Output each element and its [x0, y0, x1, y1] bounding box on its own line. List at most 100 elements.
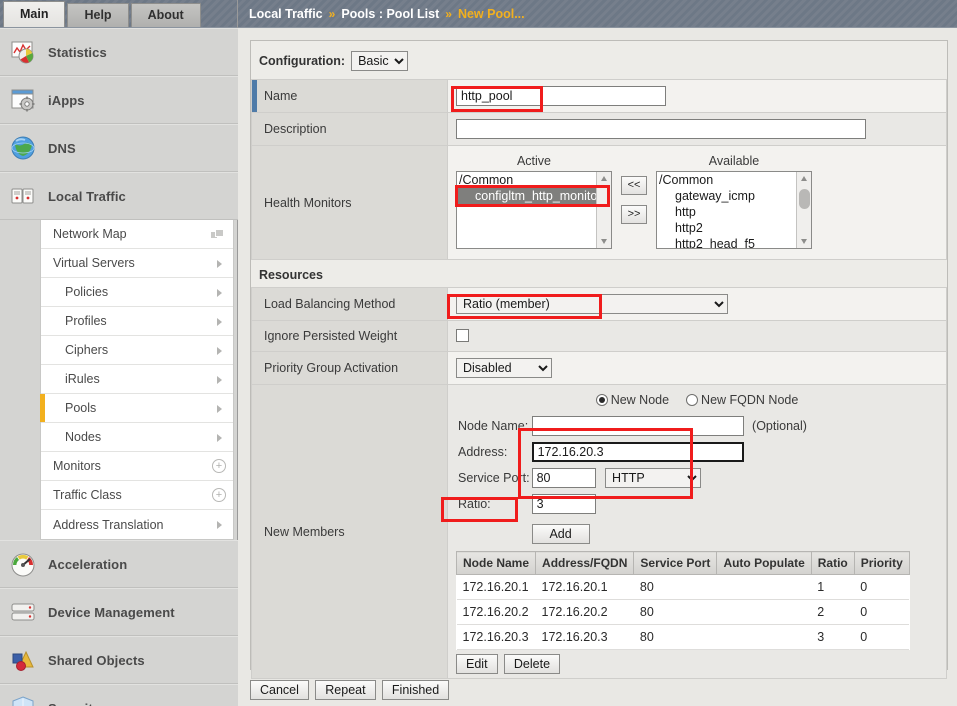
node-name-input[interactable] — [531, 416, 744, 436]
breadcrumb-bar: Local Traffic » Pools : Pool List » New … — [238, 0, 957, 28]
available-monitor-option[interactable]: /Common — [657, 172, 811, 188]
sidebar-item-acceleration[interactable]: Acceleration — [0, 540, 238, 588]
members-action-buttons: Edit Delete — [456, 654, 938, 674]
scroll-down-icon[interactable] — [797, 234, 811, 248]
sidebar-item-nodes-label: Nodes — [65, 430, 102, 444]
sidebar-item-pools-label: Pools — [65, 401, 97, 415]
sidebar-item-local-traffic[interactable]: Local Traffic — [0, 172, 238, 220]
plus-icon[interactable]: + — [212, 459, 226, 473]
sidebar-item-iapps[interactable]: iApps — [0, 76, 238, 124]
priority-group-select[interactable]: Disabled — [456, 358, 552, 378]
sidebar-item-security[interactable]: Security — [0, 684, 238, 706]
available-monitor-option[interactable]: http2_head_f5 — [657, 236, 811, 248]
sidebar-item-pools[interactable]: Pools — [40, 394, 233, 423]
address-input[interactable] — [531, 442, 744, 462]
table-row[interactable]: 172.16.20.2 172.16.20.2 80 2 0 — [456, 599, 910, 625]
cancel-button[interactable]: Cancel — [250, 680, 309, 700]
service-port-input[interactable] — [531, 468, 596, 488]
move-left-button[interactable]: << — [621, 176, 647, 195]
available-monitor-option[interactable]: http2 — [657, 220, 811, 236]
sidebar-item-profiles[interactable]: Profiles — [41, 307, 233, 336]
sidebar-item-device-management[interactable]: Device Management — [0, 588, 238, 636]
available-monitor-option[interactable]: http — [657, 204, 811, 220]
scroll-up-icon[interactable] — [597, 172, 611, 186]
sidebar-item-acceleration-label: Acceleration — [48, 556, 128, 572]
breadcrumb-item-local-traffic[interactable]: Local Traffic — [249, 7, 323, 21]
new-member-fields: Node Name: (Optional) Address: 172.16.20… — [456, 412, 809, 548]
tab-help[interactable]: Help — [67, 3, 129, 27]
delete-button[interactable]: Delete — [503, 654, 561, 674]
sidebar-item-nodes[interactable]: Nodes — [41, 423, 233, 452]
repeat-button[interactable]: Repeat — [315, 680, 376, 700]
address-cell — [531, 440, 807, 464]
sidebar-item-policies[interactable]: Policies — [41, 278, 233, 307]
scroll-down-icon[interactable] — [597, 234, 611, 248]
sidebar-item-monitors[interactable]: Monitors + — [41, 452, 233, 481]
sidebar-item-dns[interactable]: DNS — [0, 124, 238, 172]
tab-main[interactable]: Main — [3, 1, 66, 27]
window-icon — [211, 229, 224, 239]
lb-method-cell: Ratio (member) — [447, 287, 947, 321]
configuration-label: Configuration: — [259, 54, 346, 68]
resources-table: Load Balancing Method Ratio (member) Ign… — [251, 287, 947, 679]
available-monitors-column: Available /Common gateway_icmp http http… — [656, 154, 812, 249]
pool-members-table: Node Name Address/FQDN Service Port Auto… — [455, 551, 910, 650]
sidebar-item-ciphers[interactable]: Ciphers — [41, 336, 233, 365]
edit-button[interactable]: Edit — [456, 654, 498, 674]
active-monitor-option[interactable]: /Common — [457, 172, 611, 188]
sidebar-item-traffic-class[interactable]: Traffic Class + — [41, 481, 233, 510]
sidebar-item-virtual-servers[interactable]: Virtual Servers — [41, 249, 233, 278]
new-node-radio[interactable] — [595, 394, 608, 406]
tab-about[interactable]: About — [130, 3, 201, 27]
new-fqdn-node-radio[interactable] — [686, 394, 699, 406]
sidebar-item-address-translation[interactable]: Address Translation — [41, 510, 233, 539]
column-node-name: Node Name — [455, 551, 537, 575]
general-properties-table: Name Description Health Monitors — [251, 79, 947, 260]
sidebar-item-policies-label: Policies — [65, 285, 109, 299]
sidebar: Main Help About Statistics iApps DNS Loc… — [0, 0, 238, 706]
sidebar-item-traffic-class-label: Traffic Class — [53, 488, 122, 502]
sidebar-item-virtual-servers-label: Virtual Servers — [53, 256, 135, 270]
node-name-label: Node Name: — [458, 419, 529, 433]
active-monitors-list[interactable]: /Common configltm_http_monitor — [456, 171, 612, 249]
finished-button[interactable]: Finished — [381, 680, 450, 700]
sidebar-item-statistics-label: Statistics — [48, 44, 107, 60]
available-list-scrollbar[interactable] — [796, 172, 811, 248]
cell-auto-populate — [716, 624, 812, 650]
sidebar-item-statistics[interactable]: Statistics — [0, 28, 238, 76]
new-node-radio-label: New Node — [610, 393, 670, 407]
lb-method-label: Load Balancing Method — [251, 287, 448, 321]
chevron-right-icon — [217, 259, 222, 268]
description-input[interactable] — [456, 119, 866, 139]
table-row[interactable]: 172.16.20.3 172.16.20.3 80 3 0 — [456, 624, 910, 650]
lb-method-select[interactable]: Ratio (member) — [456, 294, 728, 314]
table-row[interactable]: 172.16.20.1 172.16.20.1 80 1 0 — [456, 574, 910, 600]
active-monitor-option-selected[interactable]: configltm_http_monitor — [457, 188, 611, 204]
sidebar-item-network-map[interactable]: Network Map — [41, 220, 233, 249]
cell-address: 172.16.20.1 — [535, 574, 634, 600]
scrollbar-thumb[interactable] — [799, 189, 810, 209]
available-monitors-list[interactable]: /Common gateway_icmp http http2 http2_he… — [656, 171, 812, 249]
security-shield-icon — [10, 695, 38, 706]
cell-service-port: 80 — [633, 599, 717, 625]
service-port-protocol-select[interactable]: HTTP — [605, 468, 702, 488]
sidebar-item-local-traffic-label: Local Traffic — [48, 188, 126, 204]
service-port-label: Service Port: — [458, 471, 530, 485]
breadcrumb: Local Traffic » Pools : Pool List » New … — [249, 2, 525, 26]
ignore-persisted-weight-checkbox[interactable] — [456, 329, 469, 342]
local-traffic-submenu: Network Map Virtual Servers Policies Pro… — [40, 220, 234, 540]
breadcrumb-item-pool-list[interactable]: Pools : Pool List — [341, 7, 439, 21]
active-list-scrollbar[interactable] — [596, 172, 611, 248]
move-right-button[interactable]: >> — [621, 205, 647, 224]
cell-address: 172.16.20.3 — [535, 624, 634, 650]
available-monitor-option[interactable]: gateway_icmp — [657, 188, 811, 204]
ratio-input[interactable] — [531, 494, 596, 514]
sidebar-item-shared-objects[interactable]: Shared Objects — [0, 636, 238, 684]
name-input[interactable] — [456, 86, 666, 106]
plus-icon[interactable]: + — [212, 488, 226, 502]
configuration-select[interactable]: Basic — [351, 51, 409, 71]
scroll-up-icon[interactable] — [797, 172, 811, 186]
add-button-cell: Add — [531, 518, 807, 546]
add-button[interactable]: Add — [531, 524, 590, 544]
sidebar-item-irules[interactable]: iRules — [41, 365, 233, 394]
